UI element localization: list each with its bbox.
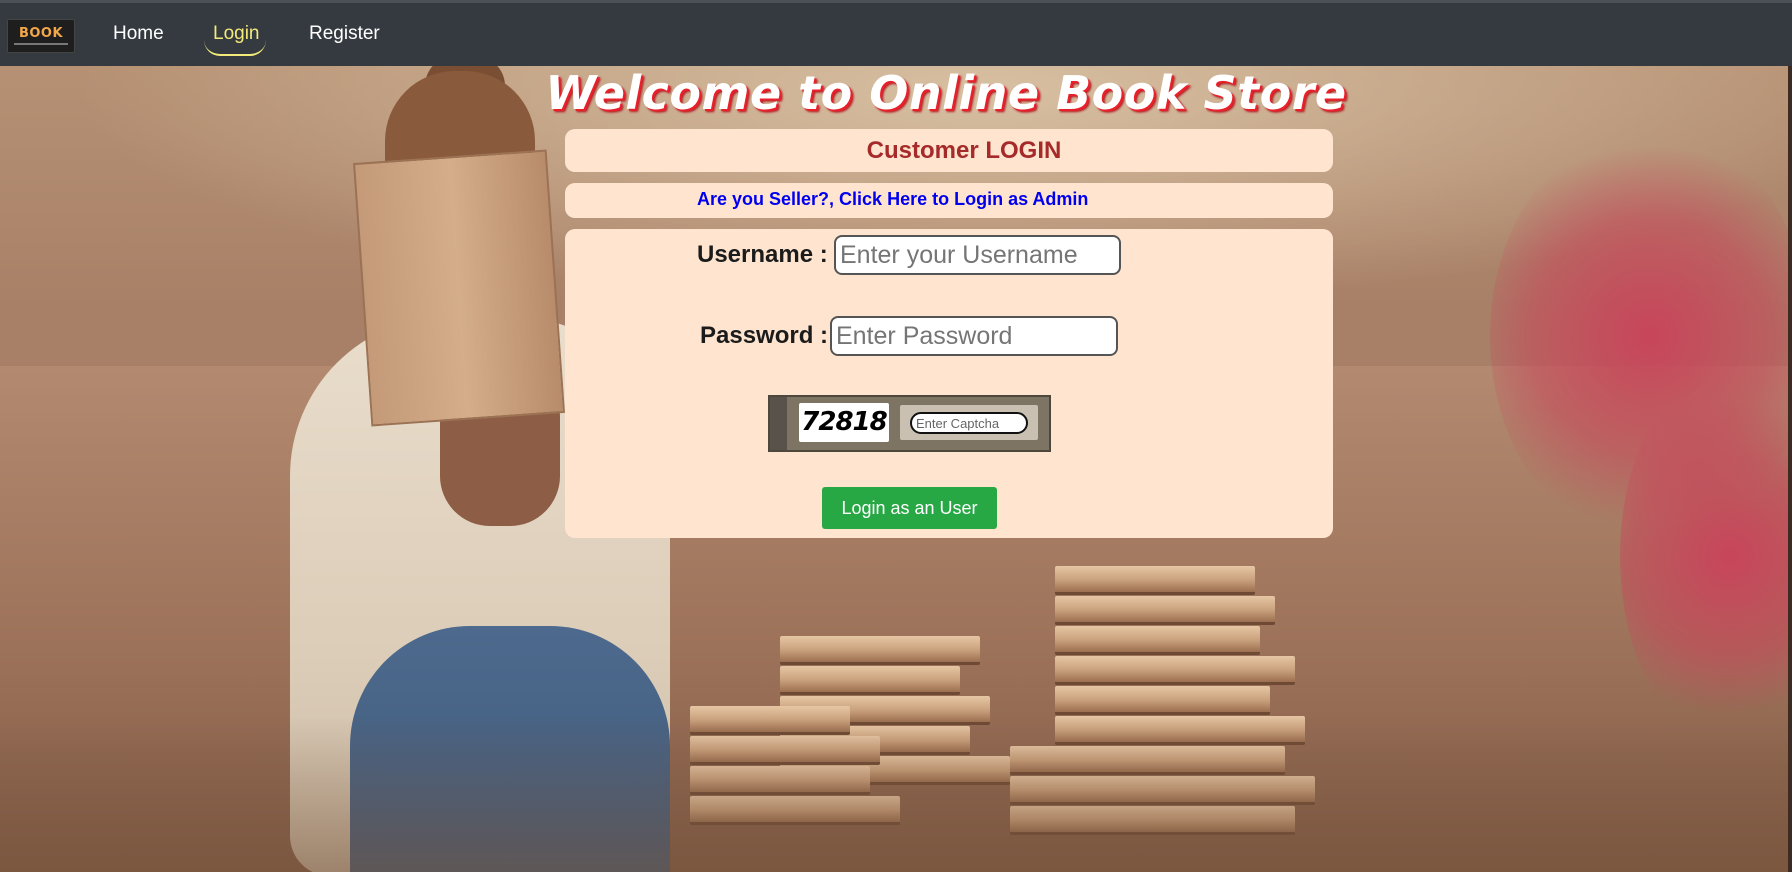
admin-link-panel: Are you Seller?, Click Here to Login as …	[565, 183, 1333, 218]
captcha-input[interactable]	[910, 412, 1028, 434]
captcha-widget: 72818	[768, 395, 1051, 452]
username-label: Username :	[697, 241, 828, 268]
brand-logo-tagline	[14, 43, 68, 45]
login-heading-panel: Customer LOGIN	[565, 129, 1333, 172]
nav-register-link[interactable]: Register	[309, 23, 380, 45]
active-nav-indicator	[204, 40, 266, 56]
nav-home-link[interactable]: Home	[113, 23, 164, 45]
brand-logo[interactable]: BOOK	[7, 19, 75, 53]
password-input[interactable]	[830, 316, 1118, 356]
background-grass	[0, 716, 1792, 872]
login-submit-button[interactable]: Login as an User	[822, 487, 997, 529]
held-book	[353, 149, 565, 427]
captcha-input-wrapper	[900, 405, 1038, 440]
page-scrollbar[interactable]	[1788, 66, 1792, 872]
captcha-code: 72818	[799, 403, 889, 442]
password-label: Password :	[700, 322, 829, 349]
admin-login-link[interactable]: Are you Seller?, Click Here to Login as …	[697, 189, 1088, 210]
captcha-edge	[770, 397, 787, 450]
brand-logo-text: BOOK	[18, 26, 64, 41]
login-form-panel: Username : Password : 72818 Login as an …	[565, 229, 1333, 538]
page-title: Welcome to Online Book Store	[545, 66, 1347, 120]
login-heading: Customer LOGIN	[866, 137, 1062, 164]
username-input[interactable]	[834, 235, 1121, 275]
top-navbar: BOOK Home Login Register	[0, 0, 1792, 66]
